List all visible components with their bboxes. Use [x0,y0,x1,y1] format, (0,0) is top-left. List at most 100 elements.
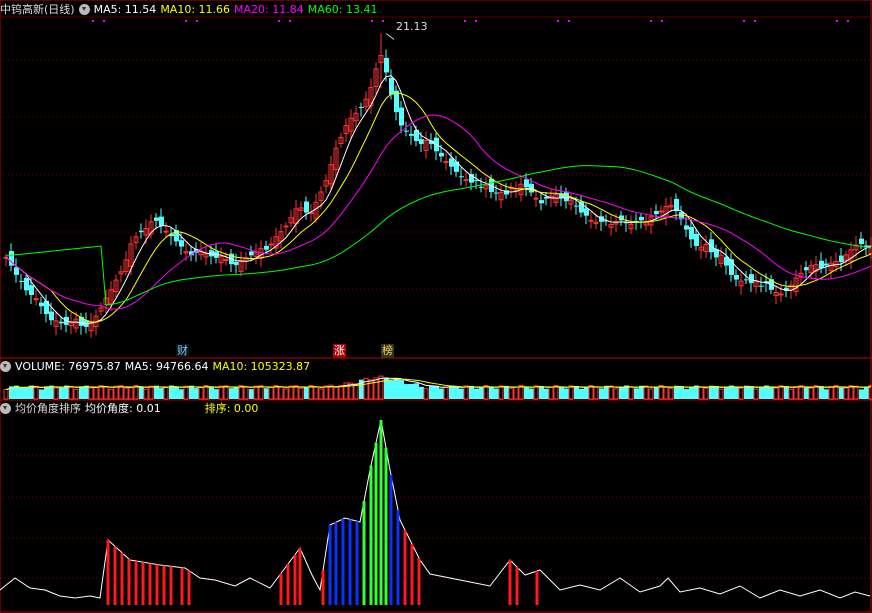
candle [449,158,454,167]
candle [283,225,289,228]
angle-bar [515,567,519,605]
angle-bar [298,548,302,605]
volume-bar [479,387,484,399]
volume-bar [604,385,609,399]
volume-bar [469,385,474,399]
volume-bar [634,388,639,399]
angle-bar [403,530,407,605]
angle-bar [148,563,152,605]
volume-ma5-label: MA5: 94766.64 [124,360,209,373]
volume-bar [753,388,759,400]
event-marker-limit-up[interactable]: 涨 [333,344,346,358]
chart-border [0,0,872,613]
candle [264,245,269,250]
volume-bar [749,386,754,399]
signal-dot [847,20,849,22]
dropdown-icon[interactable] [0,403,11,414]
candle [49,311,54,321]
volume-bar [258,385,264,400]
volume-bar [843,387,849,400]
ma20-label: MA20: 11.84 [234,3,304,16]
candle [139,230,144,233]
volume-bar [163,387,169,400]
volume-bar [463,385,469,400]
rank-label: 排序: 0.00 [204,402,259,415]
volume-bar [734,387,739,399]
candle [234,261,239,266]
volume-bar [663,386,669,400]
volume-bar [714,386,719,399]
indicator-title[interactable]: 均价角度排序 [15,402,81,415]
angle-bar [286,564,290,605]
candle [654,210,659,215]
stock-chart[interactable] [0,0,872,613]
volume-bar [684,389,689,399]
volume-bar [123,387,129,400]
volume-ma10-label: MA10: 105323.87 [212,360,311,373]
ma60-label: MA60: 13.41 [307,3,378,16]
angle-bar [120,552,124,605]
volume-label: VOLUME: 76975.87 [15,360,121,373]
volume-bar [443,386,449,400]
candle [249,251,254,256]
signal-dot [196,20,198,22]
volume-bar [679,386,684,399]
angle-bar [396,510,400,605]
volume-bar [278,386,284,400]
volume-bar [548,386,554,400]
candle [24,277,29,291]
candle [454,161,459,172]
volume-bar [559,387,564,399]
volume-bar [108,388,114,400]
volume-bar [778,385,784,400]
volume-bar [738,387,744,400]
volume-bar [674,385,679,399]
volume-bar [223,385,229,400]
stock-title[interactable]: 中钨高新(日线) [0,3,75,16]
candle [33,298,39,301]
volume-bar [853,385,859,400]
angle-bar [389,475,393,605]
volume-bar [864,386,869,399]
dropdown-icon[interactable] [0,361,11,372]
angle-bar [134,561,138,605]
volume-bar [434,385,439,399]
volume-bar [113,385,119,400]
signal-dot [103,20,105,22]
signal-dot [568,20,570,22]
candle [389,78,394,95]
volume-bar [628,386,634,400]
volume-bar [579,388,584,399]
signal-dot [754,20,756,22]
volume-bar [824,389,829,399]
event-marker-board[interactable]: 榜 [381,344,394,358]
volume-bar [449,385,454,399]
signal-dot [661,20,663,22]
signal-dot [371,20,373,22]
candle [409,133,414,136]
signal-dot [650,20,652,22]
volume-bar [788,388,794,400]
candle [399,107,404,126]
volume-bar [118,385,124,400]
volume-bar [378,375,384,400]
dropdown-icon[interactable] [78,4,90,15]
candle [443,161,449,164]
volume-bar [333,386,339,400]
candle [19,280,24,282]
volume-bar [323,385,329,400]
volume-bar [654,386,659,399]
candle [533,197,539,200]
volume-bar [813,385,819,400]
candle [494,192,499,194]
volume-bar [318,388,324,400]
volume-bar [88,387,94,400]
volume-bar [439,388,444,399]
angle-bar [374,442,378,605]
volume-bar [419,386,424,399]
volume-bar [668,387,674,400]
candle [778,293,784,296]
event-marker-finance[interactable]: 财 [176,344,189,358]
volume-bar [179,389,184,399]
angle-bar [384,447,388,605]
